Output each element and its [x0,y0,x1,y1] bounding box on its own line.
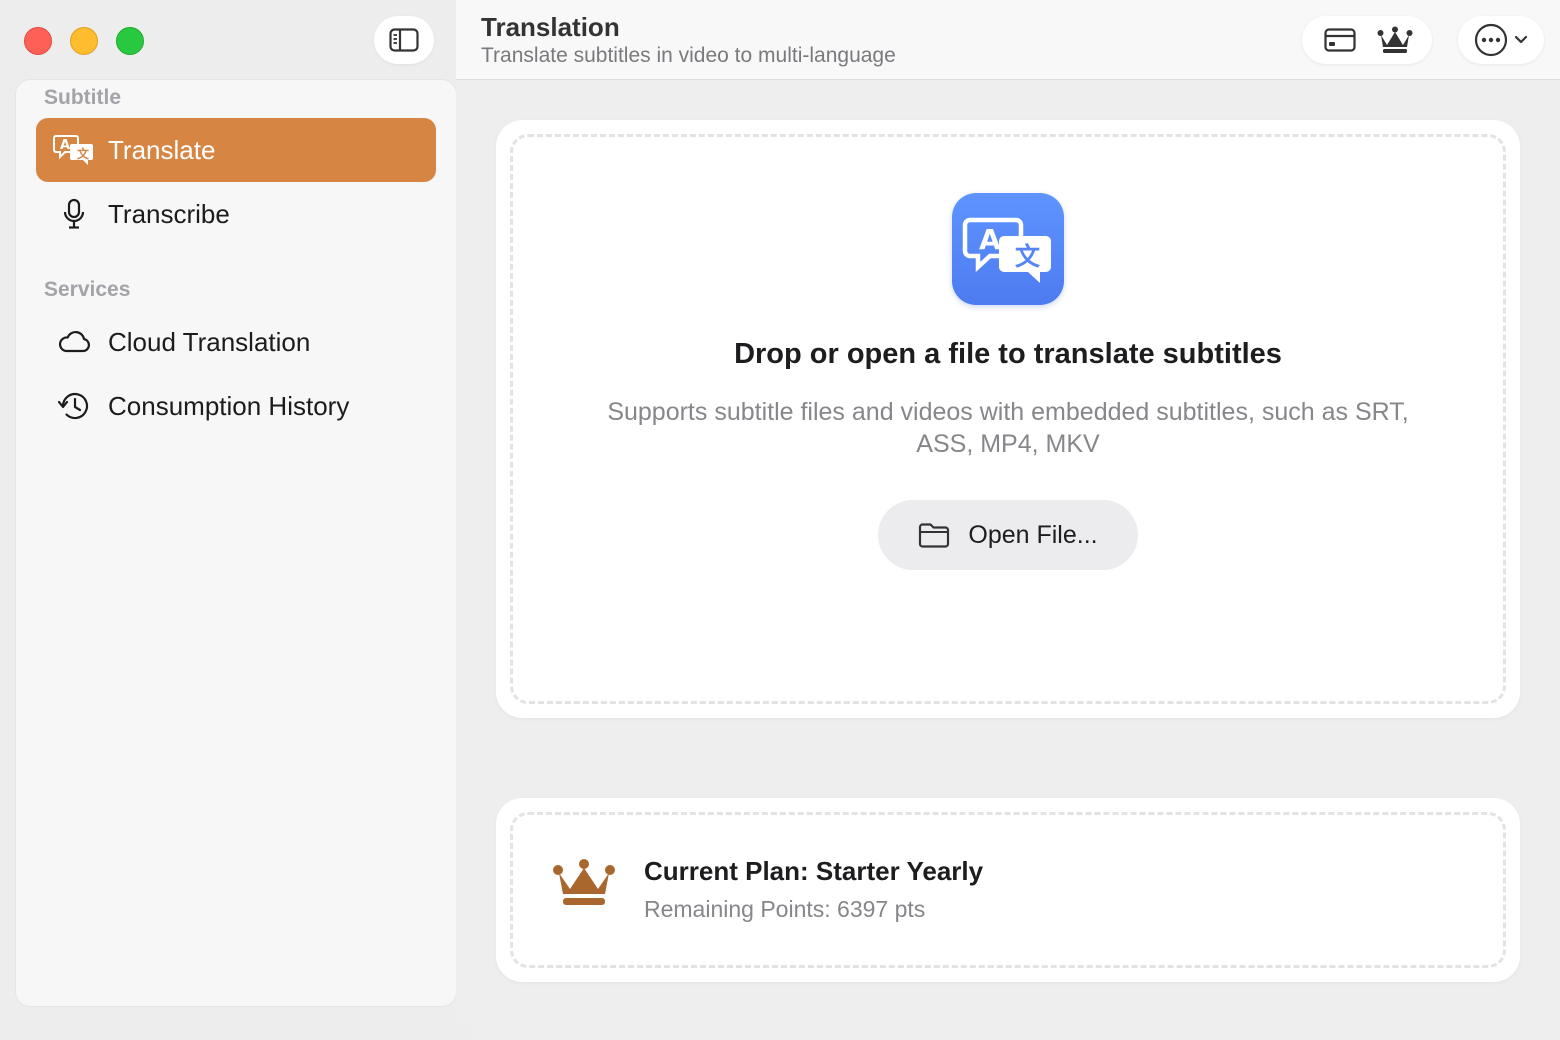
credit-card-icon [1323,28,1356,52]
folder-icon [919,523,950,548]
sidebar-panel: Subtitle A 文 Translate Transcribe Servic… [16,80,456,1006]
chevron-down-icon [1514,35,1528,44]
file-drop-zone[interactable]: A 文 Drop or open a file to translate sub… [496,120,1520,718]
sidebar: Subtitle A 文 Translate Transcribe Servic… [0,0,470,1040]
page-title: Translation [481,12,620,42]
main-content: A 文 Drop or open a file to translate sub… [456,80,1560,1022]
history-icon [52,391,96,421]
translate-app-icon: A 文 [952,193,1064,305]
crown-icon [1377,26,1412,53]
sidebar-item-consumption-history[interactable]: Consumption History [36,374,436,438]
page-subtitle: Translate subtitles in video to multi-la… [481,44,896,67]
billing-button[interactable] [1317,20,1363,60]
cloud-icon [52,330,96,354]
remaining-points: Remaining Points: 6397 pts [644,896,926,922]
header-actions-group [1302,16,1432,64]
open-file-button[interactable]: Open File... [878,500,1138,570]
ellipsis-circle-icon [1474,23,1508,57]
more-menu-button[interactable] [1458,16,1544,64]
sidebar-item-cloud-translation[interactable]: Cloud Translation [36,310,436,374]
minimize-window-button[interactable] [70,27,98,55]
sidebar-item-translate[interactable]: A 文 Translate [36,118,436,182]
premium-button[interactable] [1372,20,1418,60]
sidebar-item-label: Cloud Translation [108,326,311,357]
sidebar-toggle-button[interactable] [374,16,434,64]
svg-text:文: 文 [1015,242,1041,271]
sidebar-item-label: Translate [108,134,216,165]
section-label-subtitle: Subtitle [44,86,121,109]
drop-zone-description: Supports subtitle files and videos with … [607,398,1409,458]
microphone-icon [52,198,96,230]
close-window-button[interactable] [24,27,52,55]
translate-icon: A 文 [52,134,96,166]
current-plan-card: Current Plan: Starter Yearly Remaining P… [496,798,1520,982]
open-file-label: Open File... [968,520,1098,549]
crown-icon [553,859,615,905]
svg-text:A: A [979,223,1001,256]
zoom-window-button[interactable] [116,27,144,55]
svg-text:文: 文 [77,146,90,161]
plan-card-border [510,812,1506,968]
sidebar-item-label: Consumption History [108,390,350,421]
app-window: Subtitle A 文 Translate Transcribe Servic… [0,0,1560,1040]
sidebar-item-label: Transcribe [108,198,230,229]
plan-title: Current Plan: Starter Yearly [644,856,984,886]
sidebar-item-transcribe[interactable]: Transcribe [36,182,436,246]
main-header: Translation Translate subtitles in video… [456,0,1560,80]
sidebar-icon [389,28,419,52]
section-label-services: Services [44,278,131,301]
drop-zone-title: Drop or open a file to translate subtitl… [734,338,1282,370]
svg-text:A: A [60,138,70,153]
